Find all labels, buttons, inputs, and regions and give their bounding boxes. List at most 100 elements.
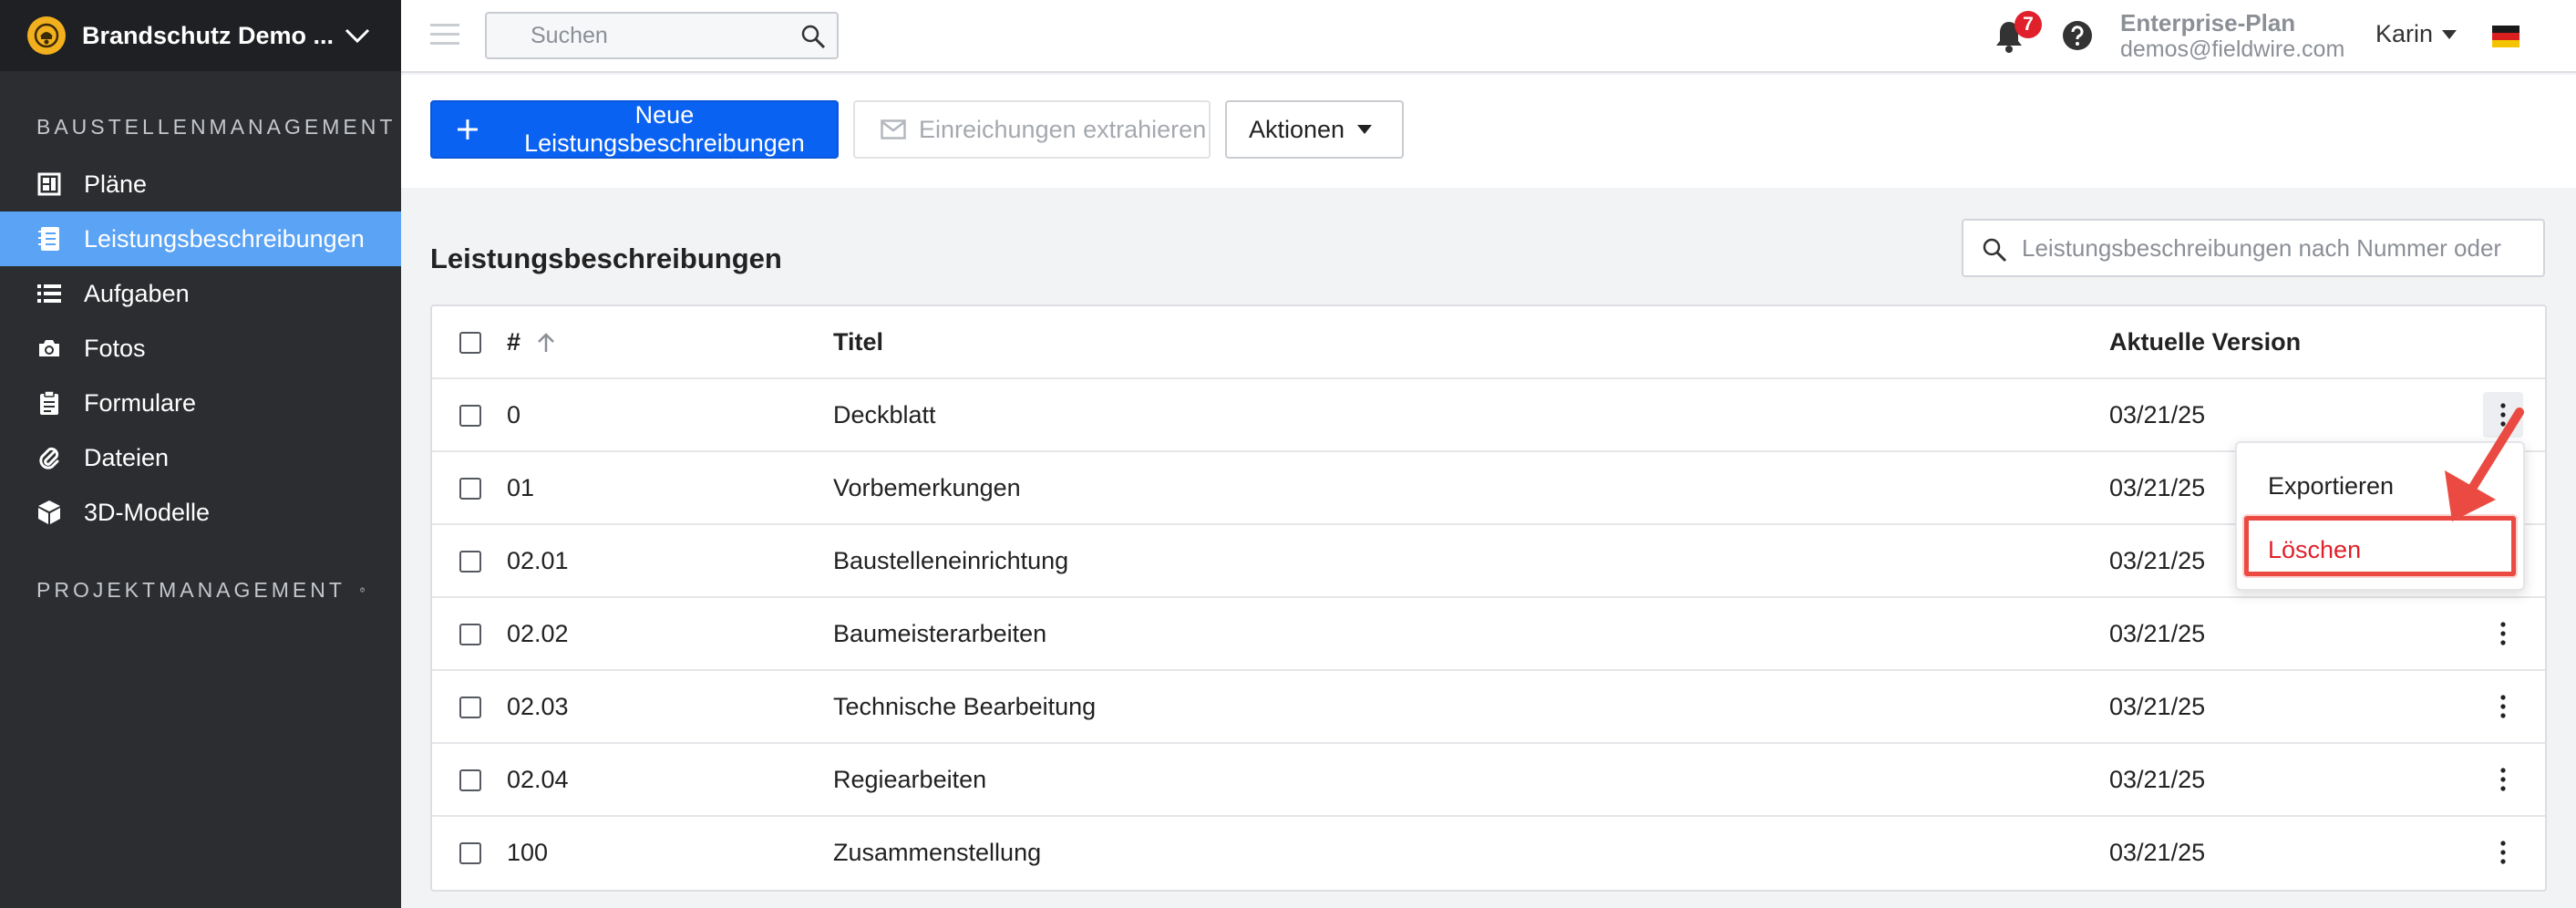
- plan-name: Enterprise-Plan: [2120, 9, 2296, 36]
- project-name: Brandschutz Demo ...: [82, 21, 334, 49]
- extract-submittals-button[interactable]: Einreichungen extrahieren: [853, 100, 1211, 159]
- row-number: 02.02: [507, 620, 569, 647]
- table-row[interactable]: 02.02 Baumeisterarbeiten 03/21/25: [432, 598, 2545, 671]
- chevron-down-icon[interactable]: [341, 19, 374, 52]
- more-vertical-icon: [2500, 695, 2506, 718]
- row-title: Baumeisterarbeiten: [833, 620, 1047, 647]
- row-checkbox[interactable]: [459, 405, 481, 427]
- specification-filter: [1962, 219, 2545, 277]
- row-checkbox[interactable]: [459, 696, 481, 718]
- specifications-table: # Titel Aktuelle Version 0 Deckblatt 03/…: [430, 304, 2547, 892]
- new-specification-button[interactable]: Neue Leistungsbeschreibungen: [430, 100, 839, 159]
- row-title: Vorbemerkungen: [833, 474, 1021, 501]
- list-icon: [36, 281, 62, 306]
- specification-filter-input[interactable]: [2022, 228, 2532, 268]
- actions-dropdown-button[interactable]: Aktionen: [1225, 100, 1404, 159]
- menu-icon[interactable]: [430, 22, 459, 47]
- row-title: Technische Bearbeitung: [833, 693, 1097, 720]
- row-version: 03/21/25: [2109, 620, 2206, 647]
- sidebar-item-label: Aufgaben: [84, 279, 190, 307]
- table-row[interactable]: 01 Vorbemerkungen 03/21/25: [432, 452, 2545, 525]
- table-row[interactable]: 02.04 Regiearbeiten 03/21/25: [432, 744, 2545, 817]
- help-circle-icon[interactable]: [360, 577, 365, 603]
- sidebar-nav: Pläne Leistungsbeschreibungen Aufgaben F…: [0, 157, 401, 540]
- sidebar-item-3d-models[interactable]: 3D-Modelle: [0, 485, 401, 540]
- plans-icon: [36, 171, 62, 197]
- clipboard-icon: [36, 390, 62, 416]
- row-checkbox[interactable]: [459, 551, 481, 573]
- row-number: 02.01: [507, 547, 569, 574]
- row-version: 03/21/25: [2109, 839, 2206, 866]
- row-checkbox[interactable]: [459, 478, 481, 500]
- search-icon: [1983, 238, 2007, 263]
- row-title: Baustelleneinrichtung: [833, 547, 1069, 574]
- sort-ascending-icon[interactable]: [537, 333, 555, 353]
- section-heading-project-label: PROJEKTMANAGEMENT: [36, 577, 345, 602]
- row-version: 03/21/25: [2109, 474, 2206, 501]
- user-menu[interactable]: Karin: [2375, 20, 2458, 48]
- more-vertical-icon: [2500, 768, 2506, 791]
- help-icon[interactable]: [2062, 20, 2093, 51]
- sidebar-item-label: Pläne: [84, 170, 148, 198]
- row-checkbox[interactable]: [459, 842, 481, 864]
- row-version: 03/21/25: [2109, 547, 2206, 574]
- notification-badge: 7: [2014, 11, 2042, 38]
- sidebar-item-tasks[interactable]: Aufgaben: [0, 266, 401, 321]
- company-logo-icon: [27, 16, 66, 55]
- column-header-number-label: #: [507, 328, 521, 356]
- row-number: 100: [507, 839, 549, 866]
- row-title: Zusammenstellung: [833, 839, 1042, 866]
- row-menu-button[interactable]: [2483, 611, 2523, 656]
- sidebar-item-files[interactable]: Dateien: [0, 430, 401, 485]
- new-specification-label: Neue Leistungsbeschreibungen: [524, 101, 805, 157]
- table-row[interactable]: 02.03 Technische Bearbeitung 03/21/25: [432, 671, 2545, 744]
- sidebar-item-forms[interactable]: Formulare: [0, 376, 401, 430]
- row-version: 03/21/25: [2109, 693, 2206, 720]
- row-version: 03/21/25: [2109, 401, 2206, 428]
- german-flag-icon[interactable]: [2492, 26, 2519, 47]
- table-row[interactable]: 100 Zusammenstellung 03/21/25: [432, 817, 2545, 890]
- more-vertical-icon: [2500, 622, 2506, 645]
- top-bar: 7 Enterprise-Plan demos@fieldwire.com Ka…: [401, 0, 2576, 73]
- plus-icon: [458, 119, 478, 139]
- account-email: demos@fieldwire.com: [2120, 36, 2345, 62]
- page-title: Leistungsbeschreibungen: [430, 242, 782, 274]
- table-header-row: # Titel Aktuelle Version: [432, 306, 2545, 379]
- sidebar-item-photos[interactable]: Fotos: [0, 321, 401, 376]
- row-title: Regiearbeiten: [833, 766, 987, 793]
- cube-icon: [36, 500, 62, 525]
- paperclip-icon: [36, 445, 62, 470]
- column-header-current-version[interactable]: Aktuelle Version: [2109, 328, 2301, 356]
- section-heading-site-management: BAUSTELLENMANAGEMENT: [0, 108, 401, 146]
- caret-down-icon: [2442, 29, 2458, 39]
- column-header-title[interactable]: Titel: [833, 328, 883, 356]
- row-checkbox[interactable]: [459, 769, 481, 791]
- select-all-checkbox[interactable]: [459, 332, 481, 354]
- global-search: [485, 12, 839, 59]
- row-version: 03/21/25: [2109, 766, 2206, 793]
- row-menu-button[interactable]: [2483, 830, 2523, 875]
- sidebar-item-plans[interactable]: Pläne: [0, 157, 401, 212]
- column-header-number[interactable]: #: [507, 328, 555, 356]
- mail-icon: [881, 119, 906, 139]
- sidebar: Brandschutz Demo ... BAUSTELLENMANAGEMEN…: [0, 0, 401, 908]
- table-row[interactable]: 02.01 Baustelleneinrichtung 03/21/25: [432, 525, 2545, 598]
- project-switcher[interactable]: Brandschutz Demo ...: [0, 0, 401, 71]
- sidebar-item-specifications[interactable]: Leistungsbeschreibungen: [0, 212, 401, 266]
- row-number: 02.03: [507, 693, 569, 720]
- row-menu-button[interactable]: [2483, 757, 2523, 802]
- sidebar-item-label: Dateien: [84, 443, 170, 471]
- global-search-input[interactable]: [487, 14, 788, 57]
- row-menu-button[interactable]: [2483, 684, 2523, 729]
- caret-down-icon: [1357, 125, 1373, 134]
- row-checkbox[interactable]: [459, 624, 481, 645]
- section-heading-project-management: PROJEKTMANAGEMENT: [0, 571, 401, 609]
- search-icon[interactable]: [800, 24, 826, 49]
- sidebar-item-label: 3D-Modelle: [84, 498, 211, 526]
- row-title: Deckblatt: [833, 401, 936, 428]
- table-row[interactable]: 0 Deckblatt 03/21/25: [432, 379, 2545, 452]
- extract-submittals-label: Einreichungen extrahieren: [919, 115, 1207, 143]
- section-heading-site-label: BAUSTELLENMANAGEMENT: [36, 114, 397, 139]
- annotation-arrow-icon: [2445, 408, 2524, 521]
- sidebar-item-label: Formulare: [84, 388, 197, 417]
